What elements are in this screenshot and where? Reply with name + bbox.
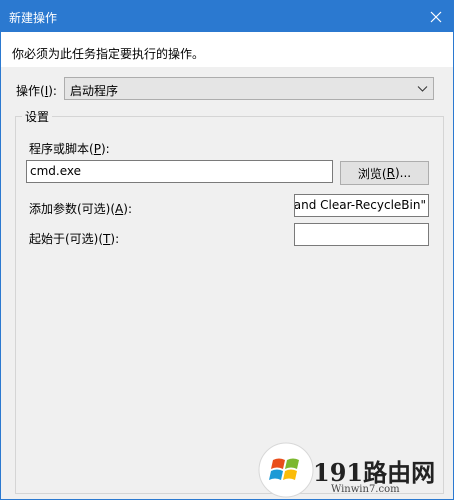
action-select-value: 启动程序 — [70, 84, 119, 98]
watermark-url: Winwin7.com — [331, 484, 400, 495]
title-bar[interactable]: 新建操作 — [1, 1, 453, 32]
program-input-value: cmd.exe — [30, 164, 82, 178]
close-button[interactable] — [419, 1, 453, 32]
settings-legend: 设置 — [22, 108, 53, 125]
window-title: 新建操作 — [9, 11, 58, 25]
arguments-input[interactable]: mand Clear-RecycleBin" — [294, 194, 429, 217]
chevron-down-icon — [417, 86, 428, 92]
action-select[interactable]: 启动程序 — [64, 77, 434, 100]
program-input[interactable]: cmd.exe — [26, 160, 333, 183]
start-in-input[interactable] — [294, 223, 429, 246]
instruction-band: 你必须为此任务指定要执行的操作。 — [1, 32, 453, 67]
watermark-brand: 191路由网 — [313, 458, 436, 487]
instruction-text: 你必须为此任务指定要执行的操作。 — [12, 47, 205, 61]
windows-logo-icon — [258, 442, 314, 498]
arguments-input-value: mand Clear-RecycleBin" — [294, 198, 426, 212]
program-label: 程序或脚本(P): — [29, 142, 110, 156]
action-label: 操作(I): — [16, 84, 57, 98]
new-action-dialog: 新建操作 你必须为此任务指定要执行的操作。 操作(I): 启动程序 设置 程序或… — [0, 0, 454, 500]
start-in-label: 起始于(可选)(T): — [29, 232, 120, 246]
arguments-label: 添加参数(可选)(A): — [29, 202, 132, 216]
browse-button[interactable]: 浏览(R)... — [340, 161, 429, 185]
close-icon — [430, 11, 442, 22]
